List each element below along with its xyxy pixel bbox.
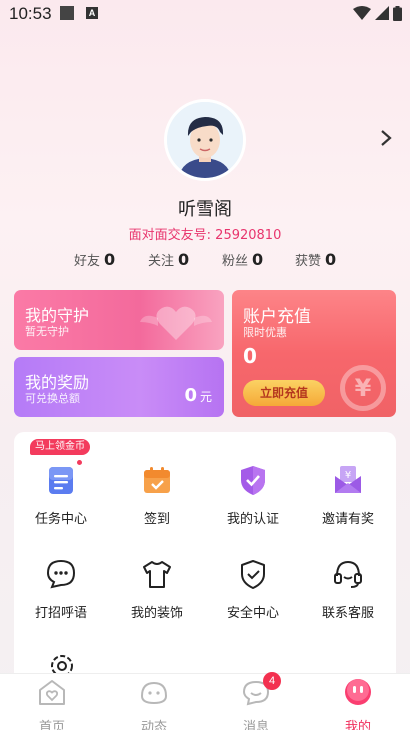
feature-label: 安全中心: [226, 606, 279, 621]
stat-following[interactable]: 关注 0: [148, 250, 189, 269]
get-coins-tip: 马上领金币: [30, 439, 90, 455]
nav-label: 消息: [242, 720, 269, 730]
chevron-right-icon[interactable]: [378, 128, 394, 148]
nickname: 听雪阁: [178, 199, 232, 220]
feature-invite[interactable]: ¥ 邀请有奖: [304, 464, 392, 527]
nav-home[interactable]: 首页: [12, 674, 92, 730]
stat-value: 0: [178, 250, 190, 269]
stat-friends[interactable]: 好友 0: [74, 250, 115, 269]
shield-check-icon: [241, 466, 265, 495]
bottom-nav: 首页 动态 4 消息 我的: [0, 672, 410, 730]
status-indicators: [353, 5, 402, 21]
settings-gear-icon[interactable]: [46, 652, 78, 674]
shirt-icon: [143, 561, 171, 588]
reward-amount-unit: 元: [199, 390, 212, 404]
status-time: 10:53: [9, 4, 52, 23]
feature-decoration[interactable]: 我的装饰: [113, 558, 201, 621]
profile-blob-icon: [345, 679, 371, 705]
avatar[interactable]: [164, 99, 246, 181]
feature-label: 签到: [143, 512, 170, 527]
headset-icon: [334, 560, 362, 588]
reward-card[interactable]: 我的奖励 可兑换总额 0元: [14, 357, 224, 417]
guard-card[interactable]: 我的守护 暂无守护: [14, 290, 224, 350]
yen-coin-icon: ¥: [340, 365, 386, 411]
message-badge: 4: [263, 672, 281, 690]
nav-profile[interactable]: 我的: [318, 674, 398, 730]
reward-amount: 0元: [184, 385, 212, 406]
notification-dot: [76, 459, 83, 466]
stat-label: 粉丝: [222, 254, 249, 269]
profile-stats: 好友 0 关注 0 粉丝 0 获赞 0: [0, 250, 410, 270]
stat-value: 0: [325, 250, 337, 269]
reward-amount-value: 0: [184, 385, 197, 406]
chat-dots-icon: [46, 559, 76, 589]
notification-square-icon: [60, 6, 74, 20]
stat-label: 获赞: [295, 254, 322, 269]
feature-support[interactable]: 联系客服: [304, 558, 392, 621]
stat-label: 好友: [74, 254, 101, 269]
shield-icon: [241, 560, 265, 589]
avatar-illustration: [167, 102, 243, 178]
stat-label: 关注: [148, 254, 175, 269]
nav-label: 动态: [140, 720, 167, 730]
recharge-button[interactable]: 立即充值: [243, 380, 325, 406]
moments-icon: [140, 681, 168, 705]
stat-value: 0: [104, 250, 116, 269]
recharge-balance: 0: [243, 344, 257, 368]
nav-messages[interactable]: 4 消息: [216, 672, 296, 730]
status-bar: 10:53 A: [0, 0, 410, 28]
svg-text:¥: ¥: [345, 470, 351, 481]
nav-moments[interactable]: 动态: [114, 674, 194, 730]
feature-label: 打招呼语: [34, 606, 87, 621]
task-icon: [49, 467, 73, 494]
stat-value: 0: [252, 250, 264, 269]
guard-subtitle: 暂无守护: [25, 325, 69, 338]
nav-label: 首页: [38, 720, 65, 730]
feature-task-center[interactable]: 任务中心: [17, 464, 105, 527]
stat-fans[interactable]: 粉丝 0: [222, 250, 263, 269]
feature-label: 我的认证: [226, 512, 279, 527]
feature-label: 我的装饰: [130, 606, 183, 621]
signal-icon: [375, 6, 389, 20]
calendar-icon: [144, 467, 170, 493]
feature-greeting[interactable]: 打招呼语: [17, 558, 105, 621]
feature-label: 联系客服: [321, 606, 374, 621]
feature-security[interactable]: 安全中心: [209, 558, 297, 621]
reward-subtitle: 可兑换总额: [25, 392, 80, 405]
feature-checkin[interactable]: 签到: [113, 464, 201, 527]
feature-label: 邀请有奖: [321, 512, 374, 527]
stat-likes[interactable]: 获赞 0: [295, 250, 336, 269]
feature-verification[interactable]: 我的认证: [209, 464, 297, 527]
recharge-card[interactable]: 账户充值 限时优惠 0 ¥ 立即充值: [232, 290, 396, 417]
heart-wings-icon: [140, 306, 212, 340]
feature-label: 任务中心: [34, 512, 87, 527]
nav-label: 我的: [344, 720, 371, 730]
notification-a-icon: A: [86, 7, 98, 19]
recharge-subtitle: 限时优惠: [243, 326, 287, 339]
battery-icon: [393, 5, 402, 21]
wifi-icon: [353, 6, 371, 20]
envelope-yen-icon: ¥: [335, 466, 361, 493]
friend-id[interactable]: 面对面交友号: 25920810: [0, 224, 410, 243]
home-heart-icon: [39, 680, 65, 705]
